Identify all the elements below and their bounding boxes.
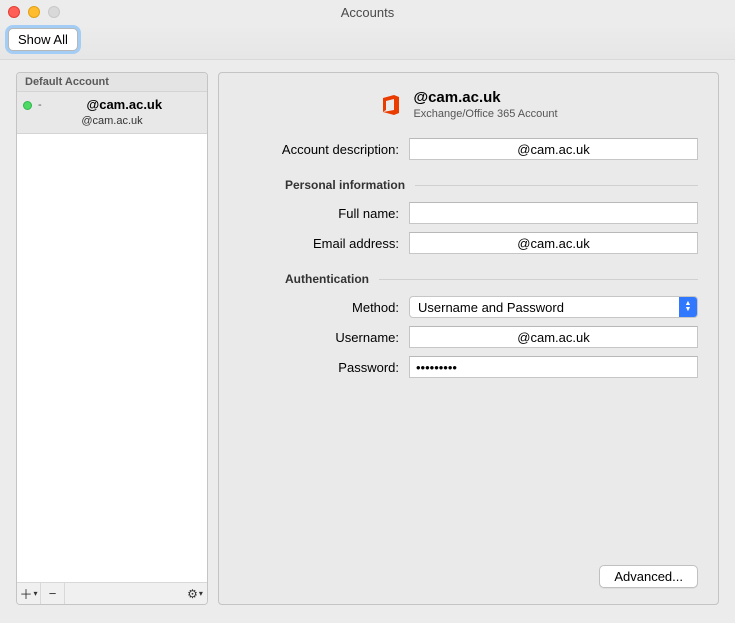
account-item-sub: @cam.ac.uk: [23, 115, 201, 127]
remove-account-button[interactable]: −: [41, 583, 65, 604]
status-dot-icon: [23, 101, 32, 110]
method-label: Method:: [239, 300, 409, 315]
email-label: Email address:: [239, 236, 409, 251]
account-list-item[interactable]: - @cam.ac.uk @cam.ac.uk: [17, 92, 207, 134]
window-title: Accounts: [0, 5, 735, 20]
accounts-sidebar: Default Account - @cam.ac.uk @cam.ac.uk …: [16, 72, 208, 605]
password-input[interactable]: [409, 356, 698, 378]
account-item-name: @cam.ac.uk: [87, 97, 163, 112]
titlebar: Accounts: [0, 0, 735, 24]
section-auth-label: Authentication: [285, 272, 369, 286]
account-description-input[interactable]: [409, 138, 698, 160]
password-label: Password:: [239, 360, 409, 375]
account-title: @cam.ac.uk: [413, 89, 557, 106]
show-all-button[interactable]: Show All: [8, 28, 78, 51]
add-account-button[interactable]: ＋▾: [17, 583, 41, 604]
account-detail-pane: @cam.ac.uk Exchange/Office 365 Account A…: [218, 72, 719, 605]
section-personal: Personal information: [239, 178, 698, 192]
chevron-down-icon: ▾: [34, 589, 38, 598]
settings-button[interactable]: ⚙▾: [183, 583, 207, 604]
sidebar-footer: ＋▾ − ⚙▾: [17, 582, 207, 604]
username-label: Username:: [239, 330, 409, 345]
gear-icon: ⚙: [187, 587, 198, 601]
divider: [379, 279, 698, 280]
chevron-down-icon: ▾: [199, 589, 203, 598]
account-list-body: [17, 134, 207, 582]
account-header: @cam.ac.uk Exchange/Office 365 Account: [239, 89, 698, 120]
section-personal-label: Personal information: [285, 178, 405, 192]
email-input[interactable]: [409, 232, 698, 254]
sidebar-header: Default Account: [17, 73, 207, 92]
account-subtitle: Exchange/Office 365 Account: [413, 108, 557, 120]
status-dash: -: [38, 99, 42, 111]
section-auth: Authentication: [239, 272, 698, 286]
divider: [415, 185, 698, 186]
fullname-input[interactable]: [409, 202, 698, 224]
auth-method-select[interactable]: Username and Password: [409, 296, 698, 318]
fullname-label: Full name:: [239, 206, 409, 221]
username-input[interactable]: [409, 326, 698, 348]
toolbar: Show All: [0, 24, 735, 60]
desc-label: Account description:: [239, 142, 409, 157]
advanced-button[interactable]: Advanced...: [599, 565, 698, 588]
office-365-icon: [379, 93, 403, 117]
